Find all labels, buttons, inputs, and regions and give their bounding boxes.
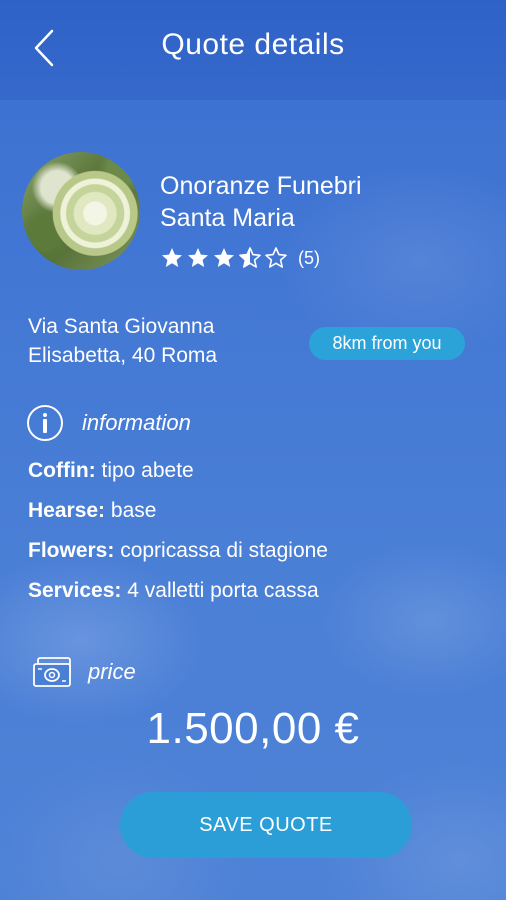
detail-value: tipo abete — [101, 459, 194, 482]
provider-name-line2: Santa Maria — [160, 204, 295, 232]
detail-key: Coffin: — [28, 459, 96, 482]
provider-address: Via Santa Giovanna Elisabetta, 40 Roma — [28, 312, 217, 370]
detail-value: 4 valletti porta cassa — [127, 579, 319, 602]
star-full-icon — [162, 248, 182, 267]
review-count: (5) — [298, 247, 320, 268]
information-header: information — [26, 404, 191, 442]
address-line1: Via Santa Giovanna — [28, 315, 215, 338]
star-half-icon — [239, 247, 261, 268]
price-header: price — [32, 656, 136, 688]
provider-name: Onoranze Funebri Santa Maria — [160, 170, 362, 234]
provider-name-line1: Onoranze Funebri — [160, 172, 362, 200]
provider-avatar — [22, 152, 140, 270]
detail-value: copricassa di stagione — [120, 539, 328, 562]
star-empty-icon — [265, 247, 287, 268]
page-title: Quote details — [161, 28, 345, 61]
detail-row-flowers: Flowers: copricassa di stagione — [28, 536, 328, 576]
detail-key: Hearse: — [28, 499, 106, 522]
detail-row-services: Services: 4 valletti porta cassa — [28, 576, 328, 616]
detail-key: Services: — [28, 579, 122, 602]
star-full-icon — [214, 248, 234, 267]
information-label: information — [82, 410, 191, 435]
detail-value: base — [110, 499, 157, 522]
detail-row-hearse: Hearse: base — [28, 496, 328, 536]
detail-key: Flowers: — [28, 539, 115, 562]
detail-row-coffin: Coffin: tipo abete — [28, 456, 328, 496]
info-icon — [27, 405, 63, 441]
price-label: price — [88, 659, 136, 684]
price-amount: 1.500,00 € — [146, 704, 360, 753]
header-bar: Quote details — [0, 0, 506, 100]
distance-badge: 8km from you — [309, 327, 465, 360]
address-line2: Elisabetta, 40 Roma — [28, 344, 218, 367]
information-list: Coffin: tipo abete Hearse: base Flowers:… — [28, 456, 328, 616]
banknote-icon — [33, 657, 71, 687]
save-quote-button[interactable]: SAVE QUOTE — [120, 792, 412, 858]
rating-stars: (5) — [160, 246, 320, 270]
star-full-icon — [188, 248, 208, 267]
